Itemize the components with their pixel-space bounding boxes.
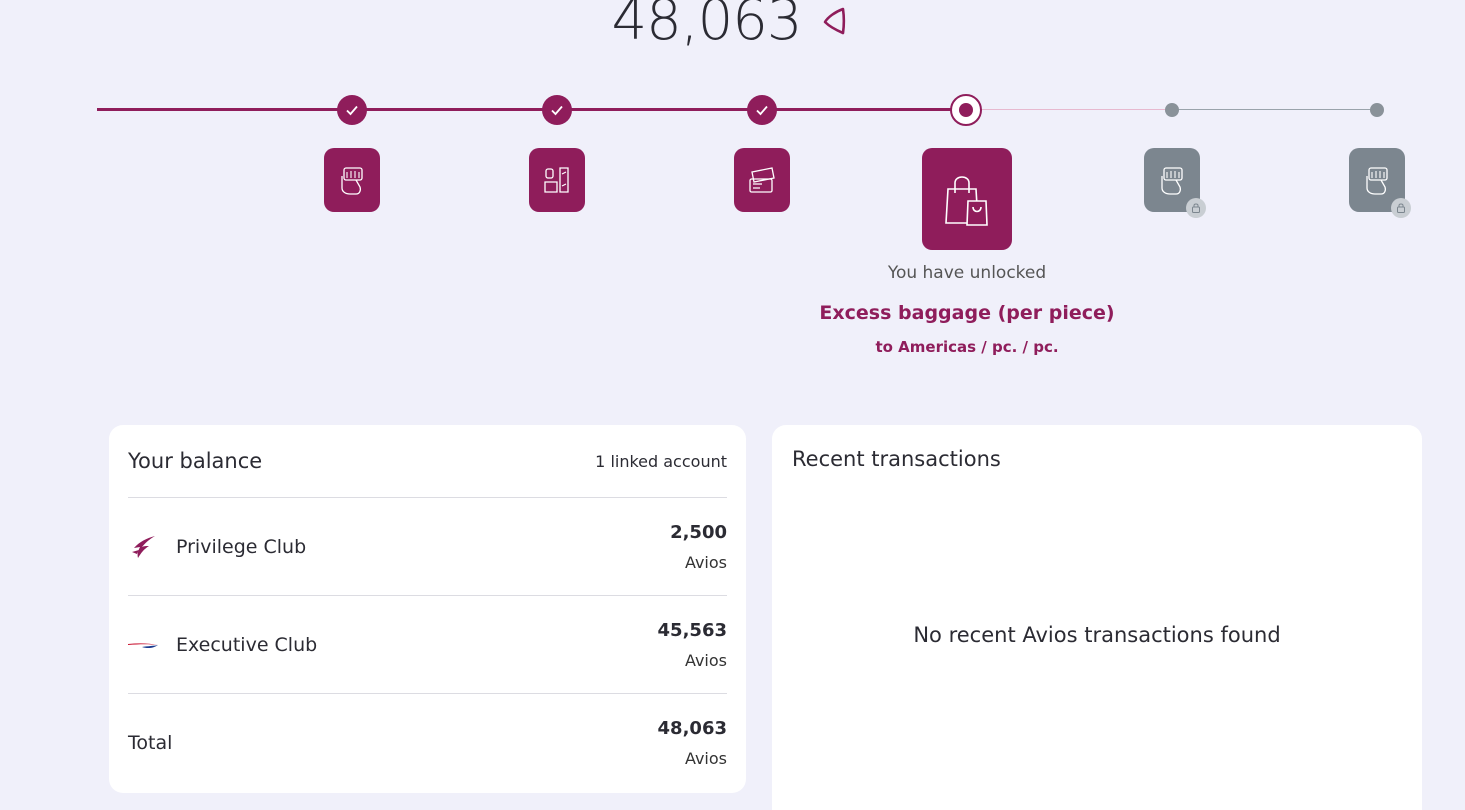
- reward-tile-2[interactable]: [529, 148, 585, 212]
- account-unit: Avios: [684, 552, 727, 572]
- current-dot: [959, 103, 973, 117]
- reward-tile-current[interactable]: [922, 148, 1012, 250]
- fist-ticket-icon: [1161, 167, 1183, 195]
- account-amount: 45,563: [657, 619, 727, 641]
- executive-club-logo: [128, 630, 158, 660]
- account-name: Executive Club: [176, 633, 318, 656]
- account-unit: Avios: [684, 650, 727, 670]
- fist-ticket-icon: [1366, 167, 1388, 195]
- milestone-locked-1: [1165, 103, 1179, 117]
- balance-title: Your balance: [128, 449, 263, 473]
- total-row: Total 48,063 Avios: [128, 694, 727, 792]
- reward-tile-locked-2[interactable]: [1349, 148, 1411, 218]
- account-row-privilege-club: Privilege Club 2,500 Avios: [128, 498, 727, 596]
- total-amount: 48,063: [657, 718, 727, 739]
- check-icon: [756, 105, 768, 116]
- unlocked-lead-text: You have unlocked: [887, 263, 1047, 283]
- total-label: Total: [128, 732, 173, 754]
- milestone-check-2: [542, 95, 572, 125]
- milestone-current: [950, 94, 982, 126]
- transactions-empty-message: No recent Avios transactions found: [913, 623, 1281, 647]
- balance-header: Your balance 1 linked account: [128, 425, 727, 498]
- reward-tile-locked-1[interactable]: [1144, 148, 1206, 218]
- milestone-check-1: [337, 95, 367, 125]
- account-row-executive-club: Executive Club 45,563 Avios: [128, 596, 727, 694]
- tickets-icon: [749, 167, 775, 193]
- unlocked-reward-title: Excess baggage (per piece): [819, 302, 1115, 324]
- transactions-title: Recent transactions: [792, 447, 1001, 471]
- milestone-locked-2: [1370, 103, 1384, 117]
- rewards-progress-track: [0, 0, 1465, 260]
- check-icon: [551, 105, 563, 116]
- reward-tile-1[interactable]: [324, 148, 380, 212]
- lock-icon: [1391, 198, 1411, 218]
- transactions-card: Recent transactions No recent Avios tran…: [772, 425, 1422, 810]
- milestone-check-3: [747, 95, 777, 125]
- progress-line-next: [966, 109, 1172, 110]
- balance-card: Your balance 1 linked account Privilege …: [109, 425, 746, 793]
- privilege-club-logo: [128, 532, 158, 562]
- seat-upgrade-icon: [544, 167, 569, 193]
- unlocked-reward-subtitle: to Americas / pc. / pc.: [875, 338, 1059, 356]
- account-amount: 2,500: [670, 521, 727, 543]
- lock-icon: [1186, 198, 1206, 218]
- account-name: Privilege Club: [176, 535, 307, 558]
- progress-line-completed: [97, 108, 966, 111]
- progress-line-locked: [1172, 109, 1377, 110]
- shopping-bags-icon: [945, 176, 988, 226]
- check-icon: [346, 105, 358, 116]
- linked-accounts-link[interactable]: 1 linked account: [595, 452, 727, 471]
- fist-ticket-icon: [341, 167, 363, 195]
- total-unit: Avios: [684, 749, 727, 768]
- reward-tile-3[interactable]: [734, 148, 790, 212]
